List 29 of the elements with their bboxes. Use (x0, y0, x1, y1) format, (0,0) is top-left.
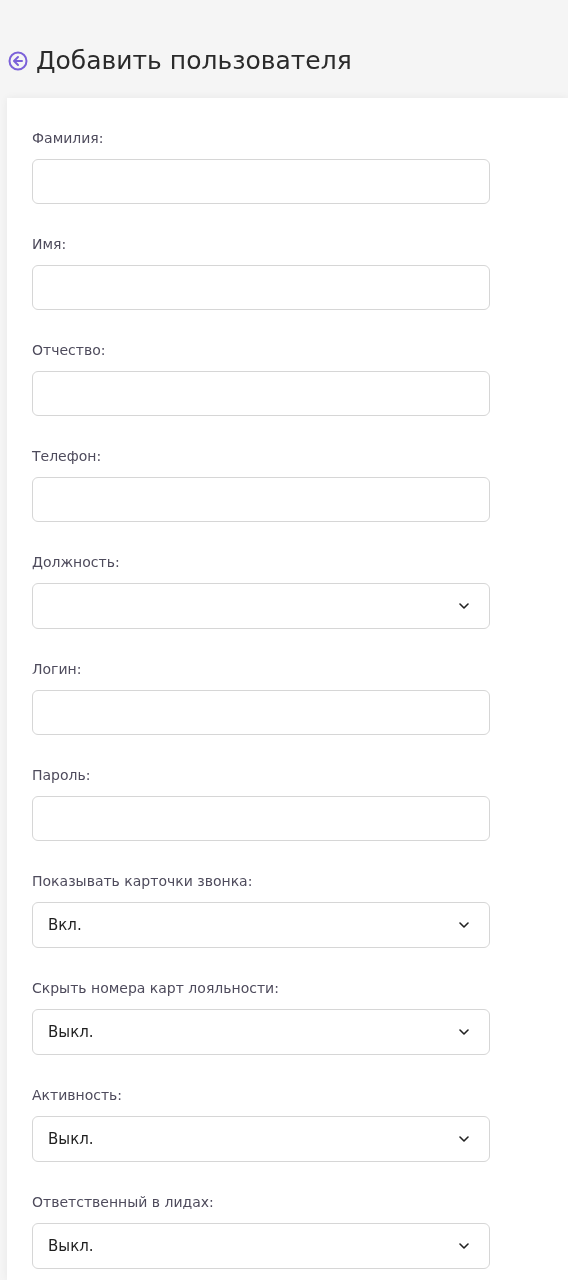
field-label: Ответственный в лидах: (32, 1193, 214, 1212)
text-field[interactable] (32, 690, 490, 735)
chevron-down-icon (459, 922, 469, 928)
select-field[interactable]: Выкл. (32, 1116, 490, 1162)
field-label: Фамилия: (32, 129, 104, 148)
chevron-down-icon (459, 1243, 469, 1249)
text-field[interactable] (32, 796, 490, 841)
field-label: Телефон: (32, 447, 102, 466)
back-icon[interactable] (8, 51, 28, 71)
field-label: Пароль: (32, 766, 91, 785)
field-label: Отчество: (32, 341, 106, 360)
text-field[interactable] (32, 265, 490, 310)
field-label: Логин: (32, 660, 82, 679)
select-field[interactable]: Вкл. (32, 902, 490, 948)
select-field[interactable]: Выкл. (32, 1223, 490, 1269)
field-label: Имя: (32, 235, 67, 254)
field-label: Должность: (32, 553, 120, 572)
field-label: Активность: (32, 1086, 123, 1105)
chevron-down-icon (459, 1029, 469, 1035)
text-field[interactable] (32, 371, 490, 416)
chevron-down-icon (459, 1136, 469, 1142)
field-label: Скрыть номера карт лояльности: (32, 979, 279, 998)
chevron-down-icon (459, 603, 469, 609)
page-title: Добавить пользователя (36, 45, 352, 77)
text-field[interactable] (32, 477, 490, 522)
select-field[interactable] (32, 583, 490, 629)
text-field[interactable] (32, 159, 490, 204)
field-label: Показывать карточки звонка: (32, 872, 253, 891)
select-field[interactable]: Выкл. (32, 1009, 490, 1055)
